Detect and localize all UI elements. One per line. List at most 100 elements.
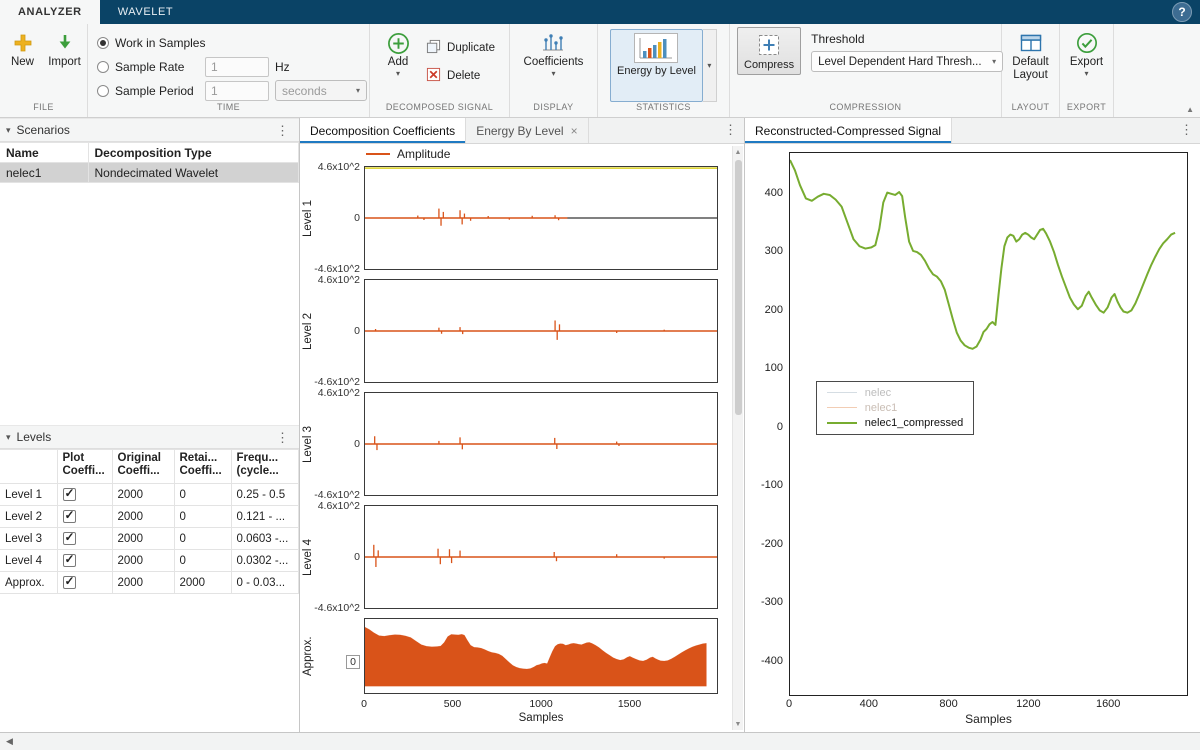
levels-header[interactable]: ▾ Levels ⋮ [0, 425, 299, 449]
import-icon [55, 30, 75, 56]
add-label: Add [388, 56, 408, 69]
signal-plot[interactable]: nelec nelec1 nelec1_compressed [789, 152, 1188, 696]
sample-rate-input[interactable] [205, 57, 269, 77]
import-label: Import [48, 56, 81, 69]
plot-legend[interactable]: nelec nelec1 nelec1_compressed [816, 381, 974, 435]
section-display: Coefficients ▾ DISPLAY [510, 24, 598, 117]
scenario-type-cell[interactable]: Nondecimated Wavelet [88, 163, 299, 183]
tab-reconstructed-compressed-signal[interactable]: Reconstructed-Compressed Signal [745, 118, 952, 143]
statistics-section-label: STATISTICS [601, 102, 726, 117]
sample-rate-radio[interactable]: Sample Rate Hz [97, 57, 290, 77]
levels-title: Levels [17, 430, 266, 444]
plot-checkbox[interactable] [63, 554, 76, 567]
scroll-down-icon[interactable]: ▼ [735, 718, 742, 730]
import-button[interactable]: Import [45, 27, 85, 69]
export-button[interactable]: Export ▾ [1064, 27, 1109, 78]
decomposition-panel: Decomposition Coefficients Energy By Lev… [300, 118, 745, 732]
column-header-plot-coefficients[interactable]: Plot Coeffi... [57, 450, 112, 484]
signal-plot-area: 4003002001000-100-200-300-400 nelec nele… [745, 144, 1200, 696]
right-panel-menu-button[interactable]: ⋮ [1176, 123, 1197, 136]
mid-panel-menu-button[interactable]: ⋮ [720, 123, 741, 136]
plot-checkbox[interactable] [63, 510, 76, 523]
seconds-combo[interactable]: seconds ▾ [275, 80, 367, 101]
scrollbar-thumb[interactable] [735, 160, 742, 415]
column-header-decomposition-type[interactable]: Decomposition Type [88, 143, 299, 163]
table-row[interactable]: Level 4 2000 0 0.0302 -... [0, 550, 299, 572]
compress-button[interactable]: Compress [737, 27, 801, 75]
legend-entry-nelec[interactable]: nelec [827, 387, 963, 399]
scenarios-menu-button[interactable]: ⋮ [272, 124, 293, 137]
chevron-down-icon: ▾ [992, 57, 996, 66]
collapse-panel-icon[interactable]: ◀ [6, 736, 13, 747]
plot-checkbox[interactable] [63, 576, 76, 589]
plot-checkbox[interactable] [63, 532, 76, 545]
section-file: New Import FILE [0, 24, 88, 117]
sample-period-input[interactable] [205, 81, 269, 101]
table-row[interactable]: nelec1 Nondecimated Wavelet [0, 163, 299, 183]
energy-by-level-dropdown-button[interactable]: ▾ [703, 29, 717, 102]
approx-plot[interactable] [364, 618, 718, 694]
level-1-yticks: 4.6x10^2 0 -4.6x10^2 [316, 166, 364, 270]
section-layout: Default Layout LAYOUT [1002, 24, 1060, 117]
table-row[interactable]: Level 2 2000 0 0.121 - ... [0, 506, 299, 528]
new-button[interactable]: New [3, 27, 43, 69]
energy-by-level-toggle[interactable]: Energy by Level [610, 29, 703, 102]
scenarios-header[interactable]: ▾ Scenarios ⋮ [0, 118, 299, 142]
default-layout-button[interactable]: Default Layout [1006, 27, 1054, 82]
compress-icon [757, 31, 781, 59]
add-button[interactable]: Add ▾ [378, 27, 418, 78]
legend-entry-nelec1-compressed[interactable]: nelec1_compressed [827, 417, 963, 429]
scenarios-empty-space [0, 183, 299, 425]
coefficients-button[interactable]: Coefficients ▾ [518, 27, 590, 78]
main-area: ▾ Scenarios ⋮ Name Decomposition Type [0, 118, 1200, 732]
decomposed-signal-section-label: DECOMPOSED SIGNAL [373, 102, 506, 117]
column-header-original-coefficients[interactable]: Original Coeffi... [112, 450, 174, 484]
y-axis-ticks: 4003002001000-100-200-300-400 [745, 152, 789, 696]
file-section-label: FILE [3, 102, 84, 117]
level-3-plot[interactable] [364, 392, 718, 496]
sample-period-radio[interactable]: Sample Period seconds ▾ [97, 81, 367, 101]
help-button[interactable]: ? [1172, 2, 1192, 22]
table-row[interactable]: Approx. 2000 2000 0 - 0.03... [0, 572, 299, 594]
threshold-combo[interactable]: Level Dependent Hard Thresh... ▾ [811, 51, 1003, 72]
status-bar: ◀ [0, 732, 1200, 750]
duplicate-button[interactable]: Duplicate [420, 37, 501, 59]
scroll-up-icon[interactable]: ▲ [735, 146, 742, 158]
collapse-toolstrip-button[interactable]: ▲ [1186, 105, 1194, 114]
column-header-retained-coefficients[interactable]: Retai... Coeffi... [174, 450, 231, 484]
scenario-name-cell[interactable]: nelec1 [0, 163, 88, 183]
approx-axis-label: Approx. [300, 618, 316, 694]
work-in-samples-radio[interactable]: Work in Samples [97, 33, 205, 53]
column-header-name[interactable]: Name [0, 143, 88, 163]
amplitude-line-swatch [366, 153, 390, 155]
vertical-scrollbar[interactable]: ▲ ▼ [732, 146, 743, 730]
coefficients-label: Coefficients [524, 56, 584, 69]
time-section-label: TIME [91, 102, 366, 117]
level-1-plot[interactable] [364, 166, 718, 270]
level-4-plot[interactable] [364, 505, 718, 609]
column-header-frequency[interactable]: Frequ... (cycle... [231, 450, 299, 484]
amplitude-legend: Amplitude [300, 144, 744, 164]
tab-decomposition-coefficients[interactable]: Decomposition Coefficients [300, 118, 466, 143]
level-1-row: Level 1 4.6x10^2 0 -4.6x10^2 [300, 166, 718, 270]
delete-button[interactable]: Delete [420, 65, 486, 87]
level-2-plot[interactable] [364, 279, 718, 383]
export-section-label: EXPORT [1063, 102, 1110, 117]
close-icon[interactable]: × [571, 124, 578, 138]
collapse-icon: ▾ [6, 125, 11, 136]
compress-label: Compress [744, 59, 794, 71]
tab-wavelet[interactable]: WAVELET [100, 0, 192, 24]
work-in-samples-label: Work in Samples [115, 36, 205, 50]
level-4-yticks: 4.6x10^2 0 -4.6x10^2 [316, 505, 364, 609]
duplicate-icon [426, 39, 441, 57]
level-2-row: Level 2 4.6x10^2 0 -4.6x10^2 [300, 279, 718, 383]
plot-checkbox[interactable] [63, 488, 76, 501]
table-row[interactable]: Level 1 2000 0 0.25 - 0.5 [0, 484, 299, 506]
levels-menu-button[interactable]: ⋮ [272, 431, 293, 444]
tab-analyzer[interactable]: ANALYZER [0, 0, 100, 24]
legend-entry-nelec1[interactable]: nelec1 [827, 402, 963, 414]
table-row[interactable]: Level 3 2000 0 0.0603 -... [0, 528, 299, 550]
chevron-down-icon: ▾ [396, 69, 400, 78]
left-panel: ▾ Scenarios ⋮ Name Decomposition Type [0, 118, 300, 732]
tab-energy-by-level[interactable]: Energy By Level × [466, 118, 588, 143]
